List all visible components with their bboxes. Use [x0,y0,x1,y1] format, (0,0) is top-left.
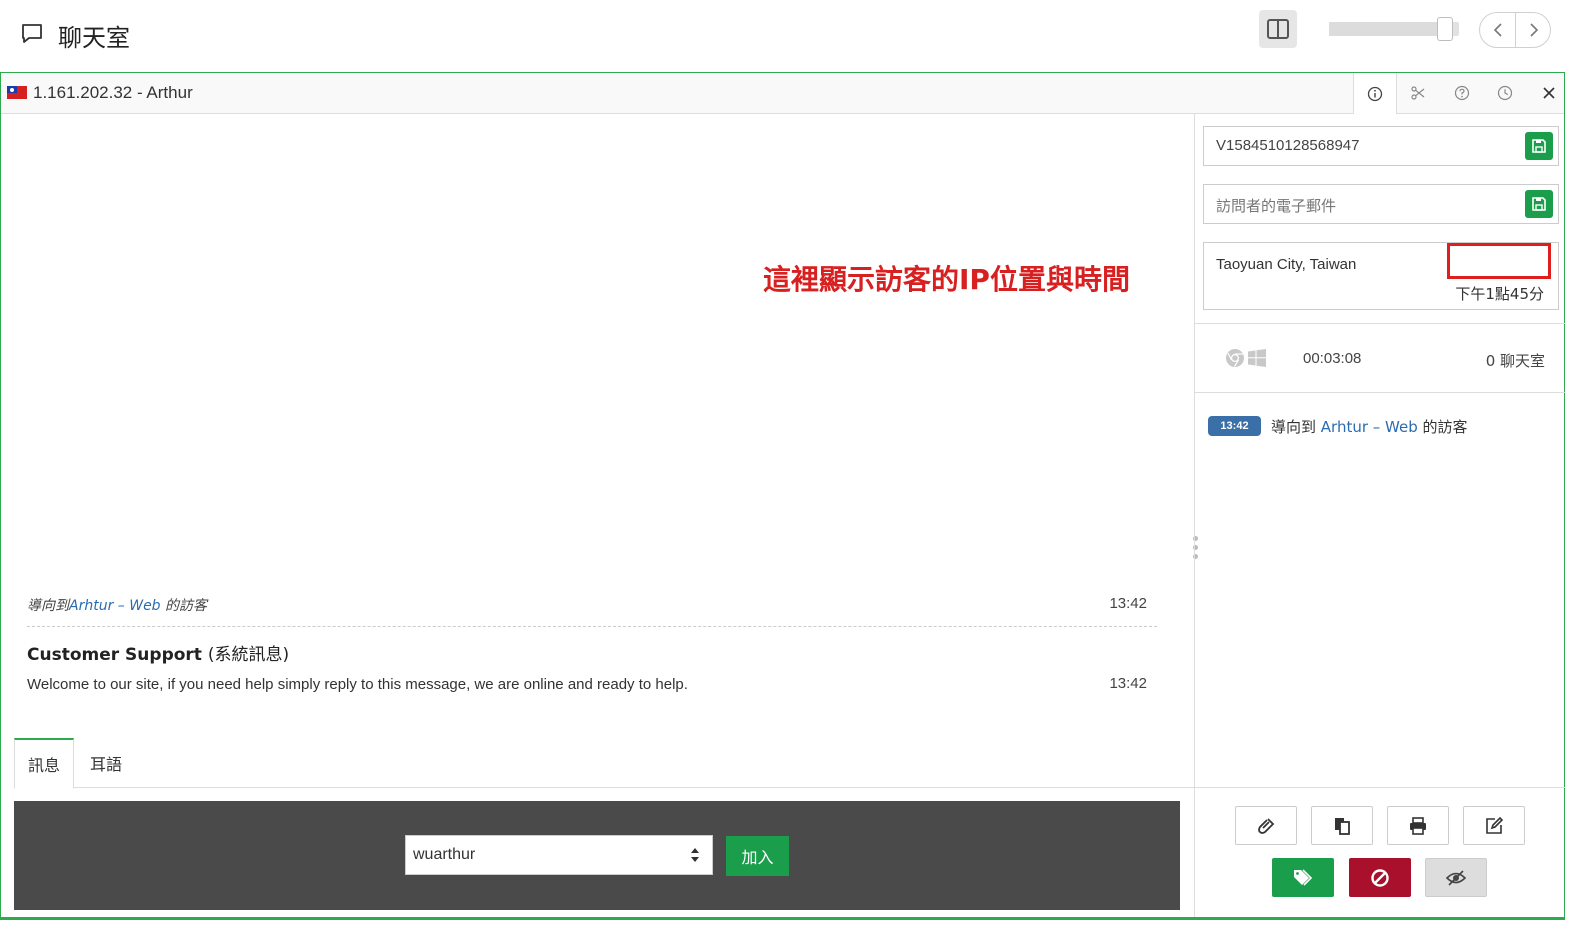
message-area: 這裡顯示訪客的IP位置與時間 導向到Arhtur – Web 的訪客 13:42… [1,114,1198,917]
redirect-message: 導向到Arhtur – Web 的訪客 13:42 [27,595,1157,627]
tag-button[interactable] [1272,858,1334,897]
event-time-badge: 13:42 [1208,416,1261,436]
taiwan-flag-icon [7,86,27,99]
join-chat-bar: wuarthur 加入 [14,801,1180,910]
visitor-stats: 00:03:08 0 聊天室 [1195,323,1565,393]
visitor-id-value: V1584510128568947 [1216,137,1360,154]
save-email-button[interactable] [1525,190,1553,218]
visitor-local-time: 下午1點45分 [1455,285,1544,303]
chevron-right-icon [1530,23,1539,37]
join-button[interactable]: 加入 [726,836,789,876]
info-tab[interactable] [1353,73,1397,114]
zoom-slider-fill [1329,22,1437,36]
window-bottom-border [0,918,1565,920]
chat-tab-title[interactable]: 1.161.202.32 - Arthur [33,83,193,103]
tag-icon [1294,868,1313,886]
email-placeholder: 訪問者的電子郵件 [1216,197,1337,215]
print-icon [1410,816,1426,835]
chat-count: 0 聊天室 [1485,352,1545,370]
visitor-id-field[interactable]: V1584510128568947 [1203,126,1559,166]
help-tab[interactable] [1440,73,1484,113]
question-icon [1454,85,1469,101]
visitor-location: Taoyuan City, Taiwan [1216,256,1357,273]
event-text: 導向到 Arhtur – Web 的訪客 [1271,418,1468,436]
message-author: Customer Support (系統訊息) [27,645,290,665]
block-button[interactable] [1349,858,1411,897]
compose-tabs: 訊息 耳語 [14,738,1194,789]
save-visitor-id-button[interactable] [1525,132,1553,160]
message-body: Welcome to our site, if you need help si… [27,676,688,693]
clock-icon [1498,85,1513,101]
close-chat-button[interactable] [1527,73,1571,113]
annotation-text: 這裡顯示訪客的IP位置與時間 [763,263,1130,296]
page-title: 聊天室 [58,24,130,52]
zoom-slider-thumb[interactable] [1437,17,1453,41]
app-header: 聊天室 [0,0,1590,72]
chat-bubble-icon [20,22,44,46]
chevron-left-icon [1493,23,1502,37]
redirect-message-text: 導向到Arhtur – Web 的訪客 [27,598,208,614]
system-message: Customer Support (系統訊息) Welcome to our s… [27,640,1157,700]
copy-button[interactable] [1311,806,1373,845]
next-window-button[interactable] [1516,13,1552,47]
scissors-tab[interactable] [1397,73,1441,113]
save-icon [1532,197,1546,211]
copy-icon [1335,817,1350,835]
attach-icon [1258,817,1275,834]
close-icon [1543,87,1555,99]
chat-tab-bar: 1.161.202.32 - Arthur [1,73,1564,114]
window-pager [1479,12,1551,48]
event-link[interactable]: Arhtur – Web [1321,418,1418,436]
chat-window: 1.161.202.32 - Arthur 這裡顯示訪客的IP位置與時間 導向到… [0,72,1565,918]
select-arrows-icon [691,848,699,862]
attach-button[interactable] [1235,806,1297,845]
operator-select-value: wuarthur [413,846,476,863]
prev-window-button[interactable] [1480,13,1516,47]
edit-button[interactable] [1463,806,1525,845]
info-icon [1367,86,1382,101]
split-layout-button[interactable] [1259,10,1297,48]
history-tab[interactable] [1484,73,1528,113]
visitor-email-field[interactable]: 訪問者的電子郵件 [1203,184,1559,224]
visitor-info-panel: V1584510128568947 訪問者的電子郵件 Taoyuan City,… [1194,114,1565,917]
split-layout-icon [1267,19,1289,39]
tab-whisper[interactable]: 耳語 [86,738,126,788]
tab-message[interactable]: 訊息 [14,738,74,789]
chat-actions [1195,787,1565,917]
chrome-icon [1226,349,1244,367]
message-time: 13:42 [1109,595,1147,612]
hide-button[interactable] [1425,858,1487,897]
message-time: 13:42 [1109,675,1147,692]
edit-icon [1486,816,1504,834]
zoom-slider[interactable] [1329,17,1459,41]
chat-duration: 00:03:08 [1303,350,1362,367]
windows-icon [1248,349,1266,367]
scissors-icon [1411,86,1425,100]
save-icon [1532,139,1546,153]
highlight-box [1447,243,1551,279]
operator-select[interactable]: wuarthur [405,835,713,875]
print-button[interactable] [1387,806,1449,845]
block-icon [1371,868,1389,887]
hide-icon [1445,869,1467,886]
redirect-link[interactable]: Arhtur – Web [69,598,161,614]
